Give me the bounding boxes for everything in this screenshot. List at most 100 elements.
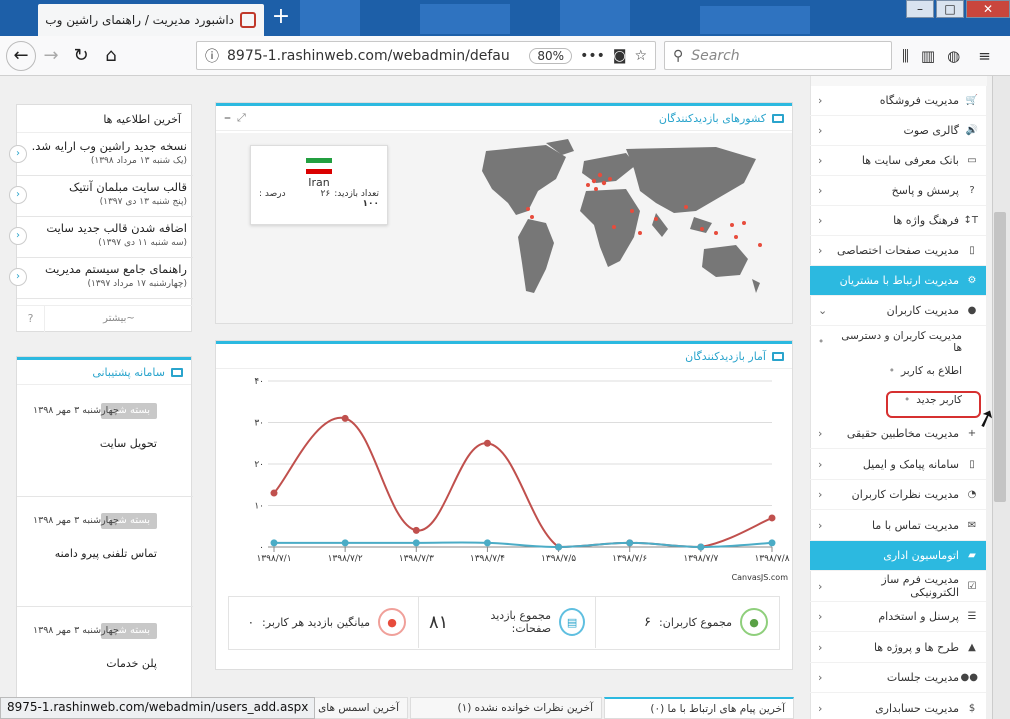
sidebar-item-2[interactable]: ▭ بانک معرفی سایت ها ‹ bbox=[810, 146, 986, 176]
sidebar-item2-4[interactable]: ▰ اتوماسیون اداری bbox=[810, 541, 986, 571]
sidebar-item-1[interactable]: 🔊 گالری صوت ‹ bbox=[810, 116, 986, 146]
search-box[interactable]: ⚲ Search bbox=[664, 41, 892, 70]
browser-tab[interactable]: داشبورد مدیریت / راهنمای راشین وب ✕ bbox=[38, 4, 264, 36]
sidebar-item-3[interactable]: ? پرسش و پاسخ ‹ bbox=[810, 176, 986, 206]
tab-unread-comments[interactable]: آخرین نظرات خوانده نشده (۱) bbox=[410, 697, 602, 719]
globe-icon[interactable]: ◍ bbox=[947, 47, 960, 65]
sidebar-item2-9[interactable]: $ مدیریت حسابداری ‹ bbox=[810, 694, 986, 719]
monitor-icon: ▭ bbox=[967, 155, 977, 166]
sidebar-item-4[interactable]: T↕ فرهنگ واژه ها ‹ bbox=[810, 206, 986, 236]
data-point[interactable] bbox=[341, 414, 349, 422]
sidebar-item-6[interactable]: ⚙ مدیریت ارتباط با مشتریان bbox=[810, 266, 986, 296]
chart-panel-header: آمار بازدیدکنندگان bbox=[216, 341, 792, 369]
pocket-icon[interactable]: ◙ bbox=[613, 48, 627, 64]
sidebar-item-label: پرسنل و استخدام bbox=[878, 610, 959, 623]
sidebar-item-0[interactable]: 🛒 مدیریت فروشگاه ‹ bbox=[810, 86, 986, 116]
site-favicon-icon bbox=[240, 12, 256, 28]
y-tick-label: ۱۰ bbox=[254, 502, 264, 512]
help-icon[interactable]: ? bbox=[17, 306, 45, 333]
search-placeholder: Search bbox=[691, 47, 740, 64]
folder-open-icon: ▰ bbox=[968, 550, 976, 561]
news-item[interactable]: نسخه جدید راشین وب ارایه شد. (یک شنبه ۱۳… bbox=[9, 135, 193, 176]
map-tooltip: Iran تعداد بازدید: ۲۶ درصد : ۱۰۰ bbox=[250, 145, 388, 225]
data-point[interactable] bbox=[412, 539, 420, 547]
sidebar-item2-6[interactable]: ☰ پرسنل و استخدام ‹ bbox=[810, 602, 986, 632]
sidebar-toggle-icon[interactable]: ▥ bbox=[921, 47, 935, 65]
data-point[interactable] bbox=[626, 539, 634, 547]
sidebar-item-label: مدیریت صفحات اختصاصی bbox=[837, 244, 959, 257]
chevron-left-icon[interactable]: ‹ bbox=[9, 186, 27, 204]
window-controls: – □ ✕ bbox=[906, 0, 1010, 20]
chevron-left-icon[interactable]: ‹ bbox=[9, 145, 27, 163]
news-item[interactable]: قالب سایت مبلمان آنتیک (پنج شنبه ۱۳ دی ۱… bbox=[9, 176, 193, 217]
close-tab-icon[interactable]: ✕ bbox=[38, 11, 39, 30]
ticket-title: تماس تلفنی پیرو دامنه bbox=[54, 547, 157, 560]
y-tick-label: ۴۰ bbox=[254, 377, 264, 387]
collapse-icon[interactable]: – bbox=[224, 110, 231, 126]
chevron-left-icon: ‹ bbox=[818, 640, 823, 654]
support-ticket[interactable]: بسته شده چهارشنبه ۳ مهر ۱۳۹۸ تحویل سایت bbox=[17, 387, 193, 497]
minimize-button[interactable]: – bbox=[906, 0, 934, 18]
chevron-left-icon[interactable]: ‹ bbox=[9, 268, 27, 286]
sidebar-item2-8[interactable]: ●● مدیریت جلسات ‹ bbox=[810, 663, 986, 693]
tab-contact-messages[interactable]: آخرین پیام های ارتباط با ما (۰) bbox=[604, 697, 794, 719]
home-button[interactable]: ⌂ bbox=[96, 41, 126, 71]
expand-icon[interactable]: ⤢ bbox=[237, 111, 246, 125]
data-point[interactable] bbox=[555, 543, 563, 551]
sidebar-item2-3[interactable]: ✉ مدیریت تماس با ما ‹ bbox=[810, 511, 986, 541]
data-point[interactable] bbox=[697, 543, 705, 551]
bookmark-star-icon[interactable]: ☆ bbox=[634, 48, 647, 64]
data-point[interactable] bbox=[270, 539, 278, 547]
news-item[interactable]: راهنمای جامع سیستم مدیریت (چهارشنبه ۱۷ م… bbox=[9, 258, 193, 299]
data-point[interactable] bbox=[483, 539, 491, 547]
news-item[interactable]: اضافه شدن قالب جدید سایت (سه شنبه ۱۱ دی … bbox=[9, 217, 193, 258]
check-square-icon: ☑ bbox=[967, 580, 977, 592]
data-point[interactable] bbox=[270, 489, 278, 497]
more-icon[interactable]: ••• bbox=[580, 48, 605, 64]
info-icon[interactable]: ⓘ bbox=[205, 46, 219, 66]
sidebar-item-label: مدیریت جلسات bbox=[886, 671, 959, 684]
news-panel-title: آخرین اطلاعیه ها bbox=[17, 105, 191, 133]
sidebar-subitem-1[interactable]: اطلاع به کاربر • bbox=[810, 357, 986, 385]
data-point[interactable] bbox=[483, 439, 491, 447]
support-ticket[interactable]: بسته شده چهارشنبه ۳ مهر ۱۳۹۸ تماس تلفنی … bbox=[17, 497, 193, 607]
data-point[interactable] bbox=[341, 539, 349, 547]
toolbar-right-icons: ⫼ ▥ ◍ ≡ bbox=[902, 44, 992, 68]
forward-button[interactable]: → bbox=[36, 41, 66, 71]
url-bar[interactable]: ⓘ 8975-1.rashinweb.com/webadmin/defau 80… bbox=[196, 41, 656, 70]
speaker-icon: 🔊 bbox=[965, 125, 978, 136]
sidebar-item-7[interactable]: ● مدیریت کاربران ⌄ bbox=[810, 296, 986, 326]
back-button[interactable]: ← bbox=[6, 40, 36, 71]
data-point[interactable] bbox=[412, 526, 420, 534]
news-more-link[interactable]: ~بیشتر bbox=[45, 306, 193, 333]
library-icon[interactable]: ⫼ bbox=[902, 47, 909, 65]
sidebar-subitem-0[interactable]: مدیریت کاربران و دسترسی ها • bbox=[810, 328, 986, 356]
zoom-indicator[interactable]: 80% bbox=[529, 47, 573, 64]
chevron-left-icon: ‹ bbox=[818, 701, 823, 715]
sidebar-item-label: مدیریت فرم ساز الکترونیکی bbox=[881, 573, 960, 599]
scrollbar-thumb[interactable] bbox=[994, 212, 1006, 502]
hamburger-menu-icon[interactable]: ≡ bbox=[978, 47, 991, 65]
close-window-button[interactable]: ✕ bbox=[966, 0, 1010, 18]
sidebar-item2-7[interactable]: ▲ طرح ها و پروژه ها ‹ bbox=[810, 633, 986, 663]
comments-icon: ◔ bbox=[967, 489, 977, 500]
news-date: (سه شنبه ۱۱ دی ۱۳۹۷) bbox=[98, 238, 187, 248]
sidebar-item2-1[interactable]: ▯ سامانه پیامک و ایمیل ‹ bbox=[810, 450, 986, 480]
data-point[interactable] bbox=[768, 539, 776, 547]
support-panel: سامانه پشتیبانی بسته شده چهارشنبه ۳ مهر … bbox=[16, 356, 193, 719]
ticket-date: چهارشنبه ۳ مهر ۱۳۹۸ bbox=[33, 405, 119, 416]
sidebar-item-5[interactable]: ▯ مدیریت صفحات اختصاصی ‹ bbox=[810, 236, 986, 266]
x-tick-label: ۱۳۹۸/۷/۲ bbox=[328, 554, 363, 564]
sidebar-item2-2[interactable]: ◔ مدیریت نظرات کاربران ‹ bbox=[810, 480, 986, 510]
reload-button[interactable]: ↻ bbox=[66, 41, 96, 71]
maximize-button[interactable]: □ bbox=[936, 0, 964, 18]
data-point[interactable] bbox=[768, 514, 776, 522]
sidebar-item-label: گالری صوت bbox=[903, 124, 960, 137]
chevron-left-icon: ‹ bbox=[818, 244, 823, 257]
chevron-left-icon[interactable]: ‹ bbox=[9, 227, 27, 245]
sidebar-item2-0[interactable]: + مدیریت مخاطبین حقیقی ‹ bbox=[810, 419, 986, 449]
sidebar-item2-5[interactable]: ☑ مدیریت فرم ساز الکترونیکی ‹ bbox=[810, 572, 986, 602]
sidebar-item-label: طرح ها و پروژه ها bbox=[873, 640, 959, 654]
stat-users-label: مجموع کاربران: bbox=[659, 615, 732, 629]
new-tab-button[interactable]: + bbox=[268, 6, 294, 30]
